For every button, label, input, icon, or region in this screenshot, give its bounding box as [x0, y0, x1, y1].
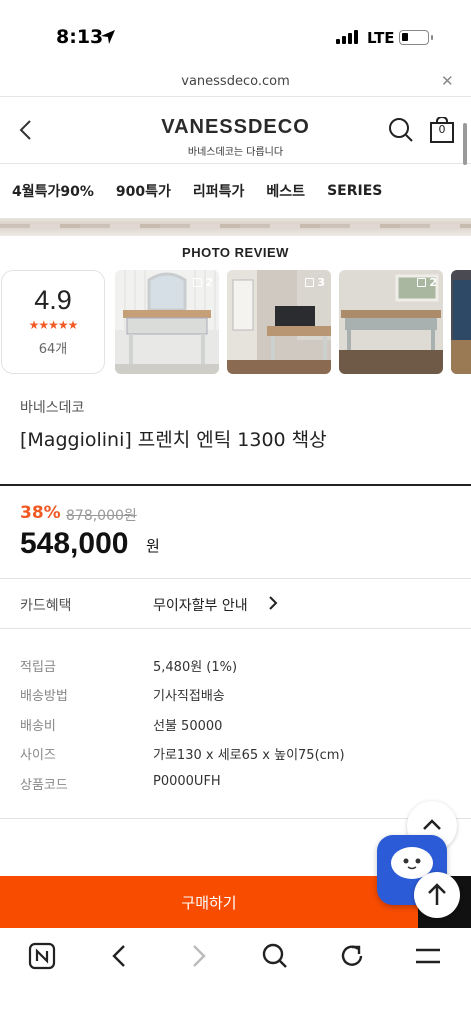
photo-count-badge: 3	[305, 276, 325, 289]
sale-price: 548,000	[20, 527, 129, 560]
info-key: 배송방법	[20, 689, 68, 704]
divider	[0, 628, 471, 629]
search-icon[interactable]	[261, 942, 291, 972]
scroll-top-button[interactable]	[414, 872, 460, 918]
original-price: 878,000원	[66, 508, 137, 524]
photo-count-badge: 2	[193, 276, 213, 289]
info-key: 적립금	[20, 660, 56, 675]
site-header: VANESSDECO 바네스데코는 다릅니다 0	[0, 96, 471, 165]
photo-review-title: PHOTO REVIEW	[182, 245, 289, 260]
installment-info-link[interactable]: 무이자할부 안내	[153, 595, 248, 615]
cart-icon[interactable]: 0	[430, 116, 454, 143]
arrow-up-icon	[428, 883, 446, 905]
discount-rate: 38%	[20, 503, 61, 523]
network-type: LTE	[367, 29, 395, 47]
review-photo-1[interactable]: 2	[115, 270, 219, 374]
forward-arrow-icon[interactable]	[184, 942, 214, 972]
category-series[interactable]: SERIES	[327, 183, 382, 199]
product-image-edge	[0, 218, 471, 236]
buy-button[interactable]: 구매하기	[0, 892, 418, 913]
divider	[0, 818, 471, 819]
category-april-sale[interactable]: 4월특가90%	[12, 181, 94, 201]
review-photo-3[interactable]: 2	[339, 270, 443, 374]
battery-icon	[399, 30, 433, 45]
category-nav: 4월특가90% 900특가 리퍼특가 베스트 SERIES	[0, 165, 471, 217]
status-time: 8:13	[56, 26, 104, 48]
product-brand[interactable]: 바네스데코	[20, 397, 84, 417]
review-photo-4[interactable]	[451, 270, 471, 374]
rating-summary[interactable]: 4.9 ★★★★★ 64개	[1, 270, 105, 374]
info-value: P0000UFH	[153, 774, 221, 789]
review-count: 64개	[38, 342, 68, 357]
divider	[0, 578, 471, 579]
url-bar[interactable]: vanessdeco.com ✕	[0, 70, 471, 96]
chevron-right-icon[interactable]	[268, 596, 278, 614]
info-value: 기사직접배송	[153, 689, 225, 704]
card-benefit-label: 카드혜택	[20, 598, 72, 614]
status-bar: 8:13 LTE	[0, 0, 471, 70]
info-key: 배송비	[20, 719, 56, 734]
browser-toolbar	[0, 928, 471, 1024]
category-refurb-sale[interactable]: 리퍼특가	[193, 181, 245, 201]
search-icon[interactable]	[388, 117, 414, 147]
scrollbar[interactable]	[463, 123, 467, 165]
naver-home-icon[interactable]	[28, 942, 58, 972]
refresh-icon[interactable]	[338, 942, 368, 972]
photo-count-badge: 2	[417, 276, 437, 289]
signal-icon	[336, 30, 358, 44]
close-icon[interactable]: ✕	[441, 72, 454, 90]
info-key: 사이즈	[20, 748, 56, 763]
section-divider	[0, 484, 471, 486]
review-photo-2[interactable]: 3	[227, 270, 331, 374]
location-arrow-icon	[100, 29, 116, 49]
info-value: 가로130 x 세로65 x 높이75(cm)	[153, 748, 345, 763]
price-unit: 원	[146, 537, 160, 555]
category-best[interactable]: 베스트	[266, 181, 305, 201]
category-900-sale[interactable]: 900특가	[116, 181, 171, 201]
info-value: 선불 50000	[153, 719, 223, 734]
back-arrow-icon[interactable]	[106, 942, 136, 972]
info-key: 상품코드	[20, 778, 68, 793]
url-text[interactable]: vanessdeco.com	[0, 74, 471, 89]
rating-stars: ★★★★★	[28, 318, 79, 332]
info-value: 5,480원 (1%)	[153, 660, 238, 675]
rating-score: 4.9	[34, 285, 72, 315]
product-name: [Maggiolini] 프렌치 엔틱 1300 책상	[20, 429, 327, 451]
cart-count: 0	[438, 123, 446, 136]
menu-icon[interactable]	[414, 942, 444, 972]
